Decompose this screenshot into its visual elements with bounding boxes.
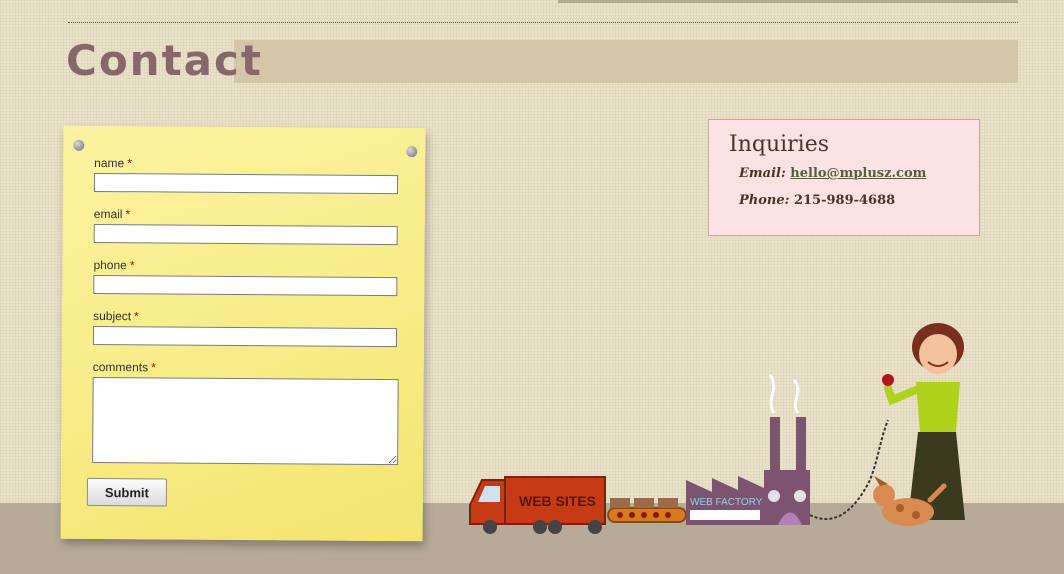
pushpin-icon: [406, 146, 418, 158]
woman-on-phone-icon: [882, 323, 965, 520]
phone-line: Phone: 215-989-4688: [739, 193, 895, 208]
phone-number: 215-989-4688: [793, 193, 896, 208]
comments-textarea[interactable]: [92, 376, 399, 466]
inquiries-title: Inquiries: [729, 132, 830, 157]
title-bar: [234, 40, 1018, 83]
submit-button[interactable]: Submit: [86, 477, 167, 507]
top-divider-stub: [558, 0, 1018, 3]
inquiries-box: Inquiries Email: hello@mplusz.com Phone:…: [708, 119, 980, 236]
subject-field[interactable]: [92, 325, 398, 348]
comments-label: comments *: [92, 359, 156, 375]
conveyor-icon: [607, 498, 687, 523]
factory-icon: WEB FACTORY: [686, 374, 810, 525]
truck-label: WEB SITES: [519, 493, 596, 509]
email-label: email *: [93, 206, 131, 222]
pushpin-icon: [73, 139, 85, 151]
truck-icon: WEB SITES: [469, 476, 606, 534]
email-field[interactable]: [93, 223, 398, 246]
phone-field[interactable]: [93, 274, 398, 297]
phone-label-text: Phone:: [739, 193, 790, 208]
name-label: name *: [94, 155, 132, 171]
email-label-text: Email:: [739, 166, 786, 181]
contact-form-note: name * email * phone * subject * comments * S…: [60, 125, 426, 542]
email-line: Email: hello@mplusz.com: [739, 166, 926, 181]
top-dotted-rule: [68, 22, 1018, 23]
email-link[interactable]: hello@mplusz.com: [790, 166, 926, 181]
web-factory-illustration: WEB SITES WEB FACTORY: [469, 323, 965, 534]
page-title: Contact: [66, 36, 263, 85]
subject-label: subject *: [93, 308, 139, 324]
name-field[interactable]: [93, 172, 399, 195]
factory-label: WEB FACTORY: [690, 497, 763, 508]
phone-label: phone *: [93, 257, 135, 273]
